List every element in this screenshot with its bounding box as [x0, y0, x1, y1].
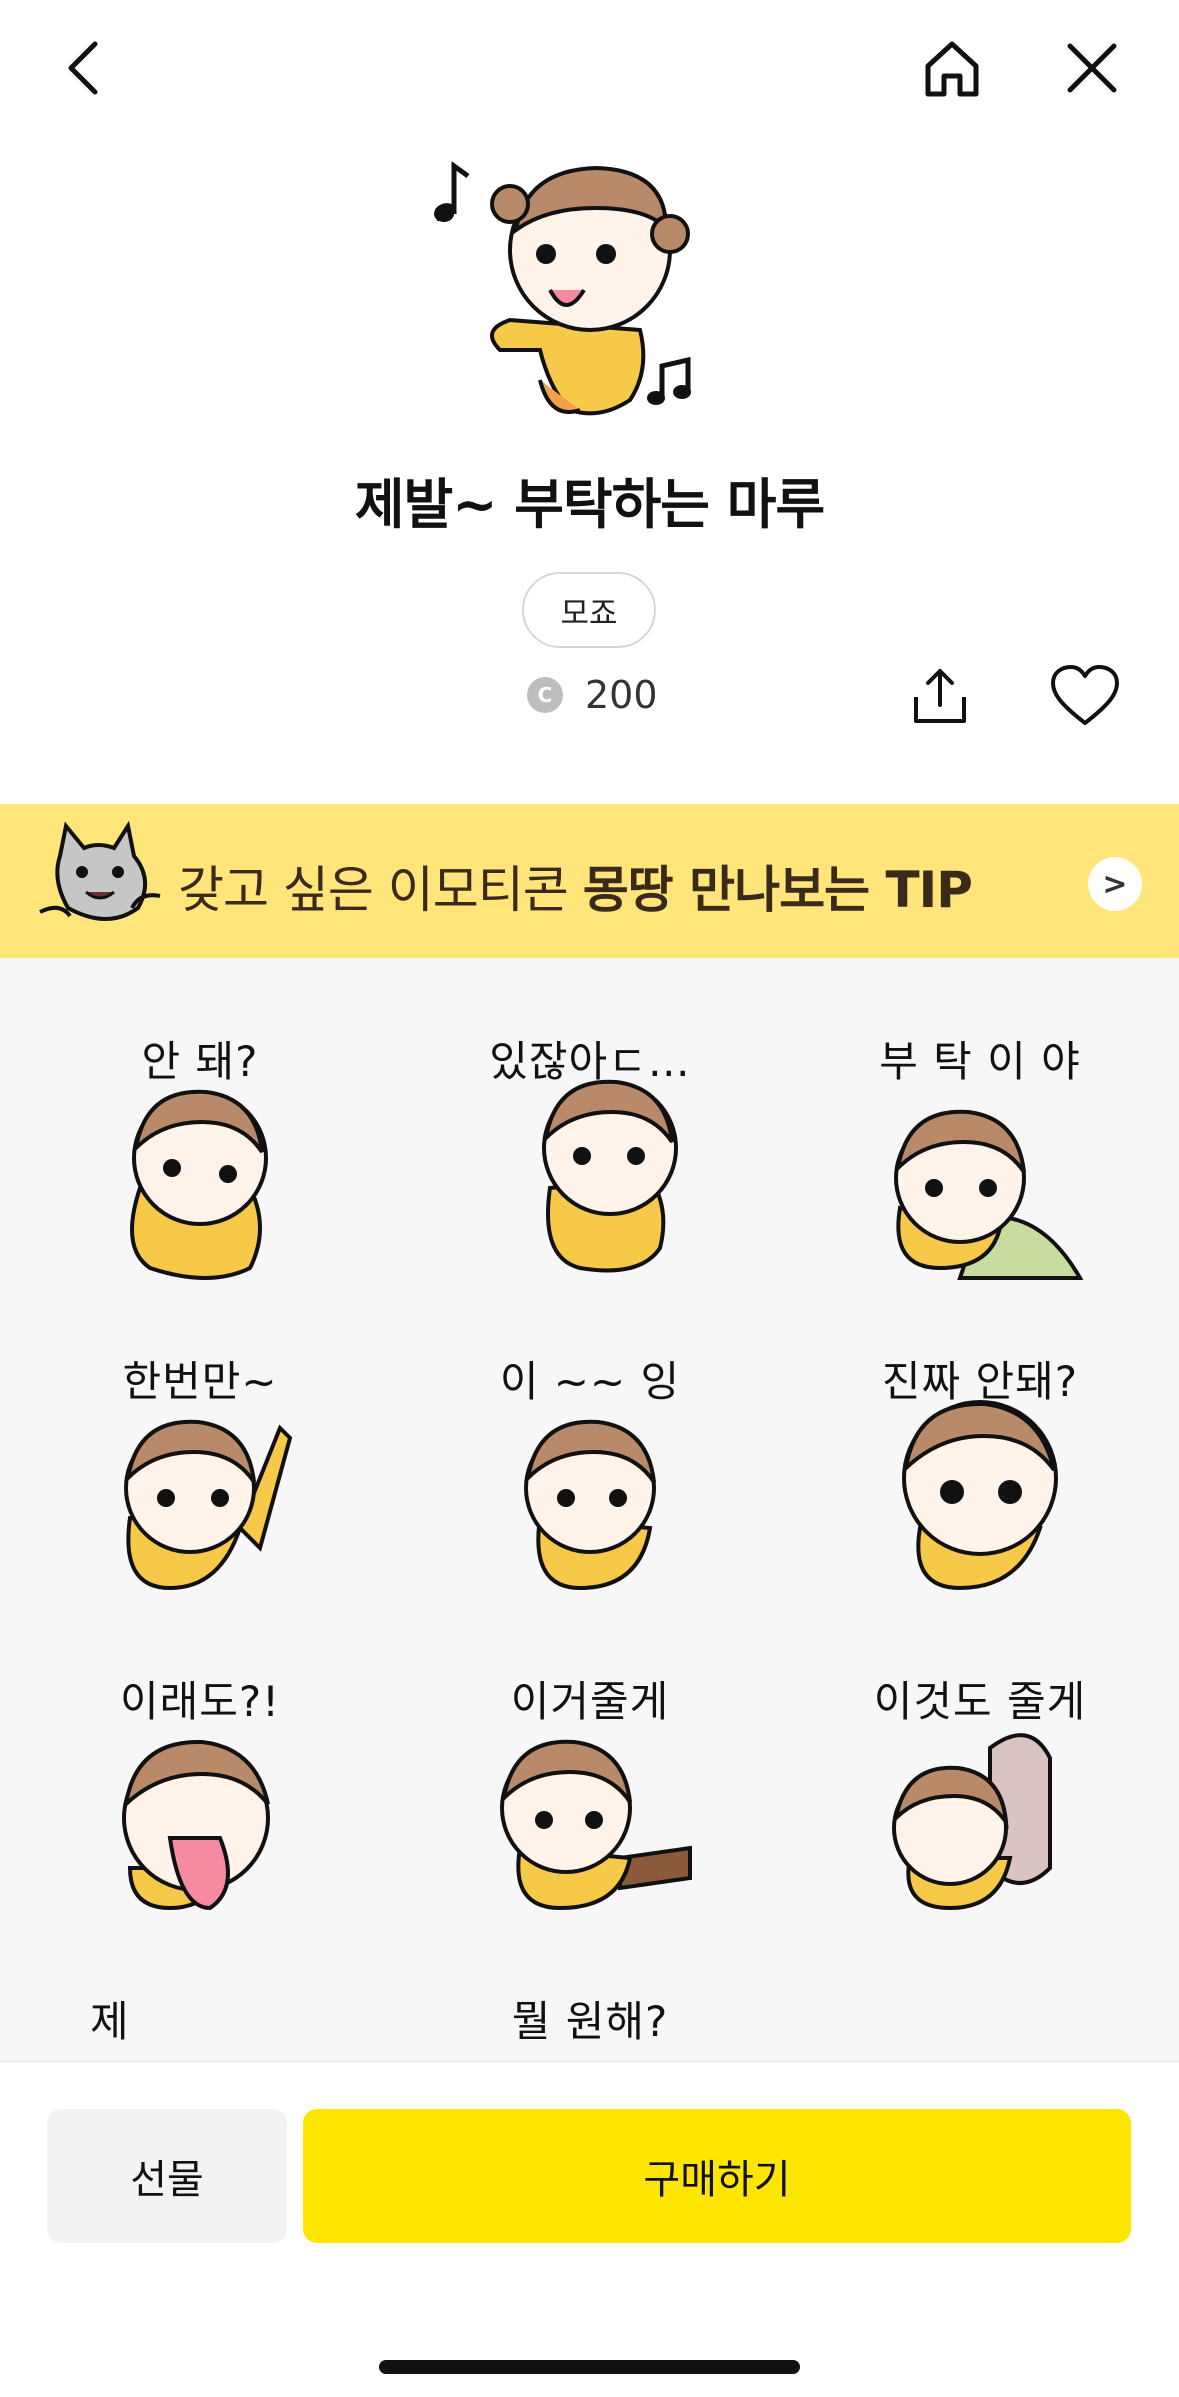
emoticon-caption: 뭘 원해? [511, 1997, 669, 2046]
emoticon-item[interactable]: 이래도?! [80, 1668, 320, 1928]
close-button[interactable] [1052, 28, 1132, 108]
back-button[interactable] [44, 28, 124, 108]
emoticon-character [500, 1739, 692, 1911]
emoticon-item[interactable]: 이 ~~ 잉 [470, 1348, 710, 1608]
emoticon-item[interactable]: 이것도 줄게 [860, 1668, 1100, 1928]
close-icon [1067, 43, 1117, 93]
tip-banner[interactable]: 갖고 싶은 이모티콘 몽땅 만나보는 TIP > [0, 804, 1179, 958]
emoticon-character [542, 1079, 678, 1273]
emoticon-character [124, 1419, 293, 1591]
gift-button[interactable]: 선물 [47, 2109, 287, 2243]
emoticon-character [892, 1733, 1052, 1911]
emoticon-character [902, 1400, 1058, 1591]
chevron-left-icon [68, 41, 98, 95]
product-hero: 제발~ 부탁하는 마루 모죠 C 200 [0, 140, 1179, 800]
price: C 200 [527, 670, 658, 720]
emoticon-character [80, 2028, 320, 2061]
share-icon [914, 669, 966, 723]
emoticon-item[interactable]: 안 돼? [80, 1028, 320, 1288]
heart-icon [1051, 665, 1119, 725]
home-button[interactable] [912, 28, 992, 108]
like-button[interactable] [1045, 655, 1125, 735]
emoticon-main-image [434, 161, 691, 416]
top-bar [0, 0, 1179, 140]
banner-text-regular: 갖고 싶은 이모티콘 [178, 861, 583, 919]
emoticon-item[interactable]: 이거줄게 [470, 1668, 710, 1928]
home-icon [925, 41, 979, 97]
emoticon-item[interactable]: 제 [80, 1988, 320, 2061]
cat-mascot-icon [39, 820, 161, 921]
emoticon-character [122, 1739, 270, 1911]
banner-text: 갖고 싶은 이모티콘 몽땅 만나보는 TIP [178, 850, 973, 922]
emoticon-item[interactable]: 한번만~ [80, 1348, 320, 1608]
home-indicator[interactable] [379, 2360, 800, 2374]
emoticon-item[interactable] [860, 1988, 1100, 2061]
coin-icon: C [527, 677, 563, 713]
emoticon-item[interactable]: 있잖아ㄷ… [470, 1028, 710, 1288]
emoticon-character [894, 1109, 1084, 1280]
emoticon-item[interactable]: 부 탁 이 야 [860, 1028, 1100, 1288]
product-title: 제발~ 부탁하는 마루 [354, 473, 825, 536]
emoticon-character [860, 2028, 1100, 2061]
emoticon-character [524, 1419, 656, 1591]
author-tag[interactable]: 모죠 [522, 572, 656, 648]
emoticon-item[interactable]: 뭘 원해? [470, 1988, 710, 2061]
buy-button[interactable]: 구매하기 [303, 2109, 1131, 2243]
share-button[interactable] [900, 655, 980, 735]
emoticon-character [130, 1089, 268, 1280]
banner-arrow-button[interactable]: > [1088, 857, 1142, 911]
banner-text-bold: 몽땅 만나보는 TIP [582, 861, 973, 919]
emoticon-grid: 안 돼? 있잖아ㄷ… 부 탁 이 야 한번만~ 이 ~~ 잉 진짜 안돼? 이래… [0, 958, 1179, 2061]
price-value: 200 [585, 673, 658, 717]
emoticon-item[interactable]: 진짜 안돼? [860, 1348, 1100, 1608]
bottom-action-bar: 선물 구매하기 [0, 2061, 1179, 2397]
